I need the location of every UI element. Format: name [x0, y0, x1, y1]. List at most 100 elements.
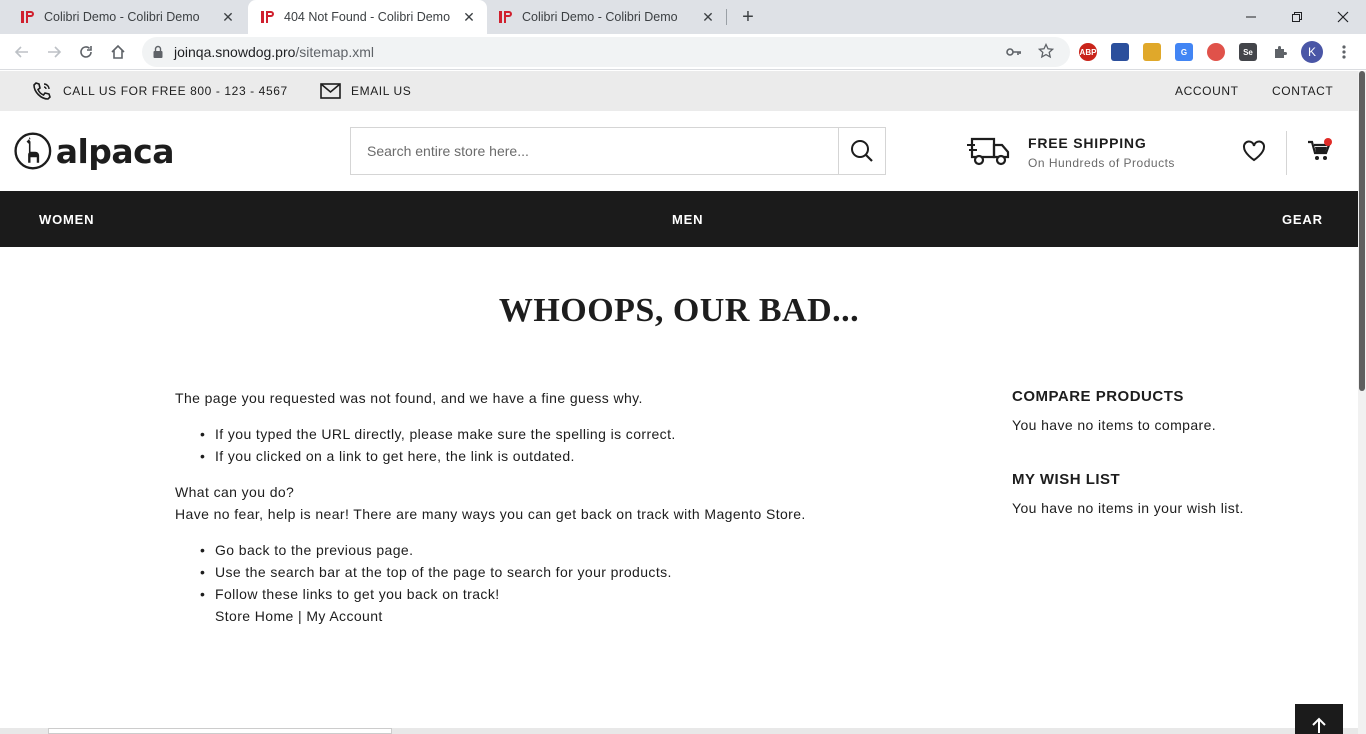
list-item: If you typed the URL directly, please ma… — [200, 423, 875, 445]
back-to-top-button[interactable] — [1295, 704, 1343, 734]
colibri-favicon-icon — [498, 9, 514, 25]
site-header: alpaca FREE SHIPPING On Hundreds of Prod… — [0, 111, 1358, 191]
extension-blue-icon[interactable] — [1111, 43, 1129, 61]
scrollbar-thumb[interactable] — [1359, 71, 1365, 391]
tab-title: 404 Not Found - Colibri Demo — [284, 10, 451, 24]
url-path: /sitemap.xml — [295, 44, 374, 60]
restore-button[interactable] — [1274, 0, 1320, 34]
abp-icon[interactable]: ABP — [1079, 43, 1097, 61]
reload-button[interactable] — [72, 38, 100, 66]
phone-icon — [33, 82, 51, 100]
help-links: Store Home | My Account — [215, 608, 383, 624]
envelope-icon — [320, 83, 341, 99]
browser-tab-1[interactable]: Colibri Demo - Colibri Demo ✕ — [0, 0, 246, 34]
lock-icon — [153, 45, 163, 58]
follow-links-text: Follow these links to get you back on tr… — [215, 586, 500, 602]
minimize-button[interactable] — [1228, 0, 1274, 34]
browser-tab-3[interactable]: Colibri Demo - Colibri Demo ✕ — [488, 0, 726, 34]
store-home-link[interactable]: Store Home — [215, 608, 294, 624]
page-title: WHOOPS, OUR BAD... — [498, 292, 860, 329]
extensions-button[interactable] — [1266, 38, 1294, 66]
browser-tab-strip: Colibri Demo - Colibri Demo ✕ 404 Not Fo… — [0, 0, 1366, 34]
email-text: EMAIL US — [351, 84, 412, 98]
what-text: Have no fear, help is near! There are ma… — [175, 506, 806, 522]
tab-title: Colibri Demo - Colibri Demo — [522, 10, 678, 24]
my-account-link[interactable]: My Account — [306, 608, 382, 624]
link-separator: | — [298, 608, 303, 624]
logo[interactable]: alpaca — [14, 127, 175, 175]
translate-label: G — [1180, 47, 1188, 57]
shipping-title: FREE SHIPPING — [1028, 135, 1147, 151]
arrow-left-icon — [14, 46, 28, 58]
arrow-up-icon — [1312, 717, 1326, 733]
new-tab-button[interactable]: + — [736, 5, 760, 29]
search-input[interactable] — [351, 128, 839, 174]
key-icon[interactable] — [1006, 45, 1022, 59]
profile-initial: K — [1307, 45, 1316, 59]
nav-men[interactable]: MEN — [672, 191, 703, 247]
search-box — [350, 127, 886, 175]
main-navigation: WOMEN MEN GEAR — [0, 191, 1358, 247]
reasons-list: If you typed the URL directly, please ma… — [175, 423, 875, 467]
profile-avatar[interactable]: K — [1301, 41, 1323, 63]
extension-mail-icon[interactable] — [1143, 43, 1161, 61]
actions-list: Go back to the previous page. Use the se… — [175, 539, 875, 627]
list-item: Follow these links to get you back on tr… — [200, 583, 875, 627]
restore-icon — [1292, 12, 1302, 22]
address-bar[interactable]: joinqa.snowdog.pro/sitemap.xml — [142, 37, 1070, 67]
header-divider — [1286, 131, 1287, 175]
cart-badge — [1324, 138, 1332, 146]
minimize-icon — [1246, 16, 1256, 18]
site-top-bar: CALL US FOR FREE 800 - 123 - 4567 EMAIL … — [0, 71, 1358, 111]
vertical-scrollbar[interactable] — [1358, 71, 1366, 734]
tab-divider — [726, 9, 727, 25]
horizontal-scrollbar[interactable] — [0, 728, 1358, 734]
back-button[interactable] — [8, 38, 36, 66]
selenium-icon[interactable]: Se — [1239, 43, 1257, 61]
url-host: joinqa.snowdog.pro — [174, 44, 296, 60]
horizontal-scrollbar-thumb[interactable] — [48, 728, 392, 734]
url-text: joinqa.snowdog.pro/sitemap.xml — [174, 44, 374, 60]
browser-tab-2[interactable]: 404 Not Found - Colibri Demo ✕ — [248, 0, 487, 34]
tab-title: Colibri Demo - Colibri Demo — [44, 10, 200, 24]
list-item: Use the search bar at the top of the pag… — [200, 561, 875, 583]
phone-link[interactable]: CALL US FOR FREE 800 - 123 - 4567 — [32, 71, 288, 111]
contact-link[interactable]: CONTACT — [1272, 71, 1333, 111]
browser-menu-button[interactable] — [1330, 38, 1358, 66]
logo-text: alpaca — [55, 131, 175, 171]
intro-text: The page you requested was not found, an… — [175, 390, 643, 406]
close-tab-icon[interactable]: ✕ — [461, 9, 477, 25]
close-window-button[interactable] — [1320, 0, 1366, 34]
reload-icon — [80, 46, 92, 58]
what-title: What can you do? — [175, 484, 295, 500]
forward-button[interactable] — [40, 38, 68, 66]
email-link[interactable]: EMAIL US — [320, 71, 411, 111]
home-button[interactable] — [104, 38, 132, 66]
selenium-label: Se — [1243, 47, 1253, 57]
browser-toolbar: joinqa.snowdog.pro/sitemap.xml ABP G Se … — [0, 34, 1366, 70]
nav-women[interactable]: WOMEN — [39, 191, 94, 247]
bookmark-star-icon[interactable] — [1038, 43, 1054, 59]
close-tab-icon[interactable]: ✕ — [220, 9, 236, 25]
list-item: If you clicked on a link to get here, th… — [200, 445, 875, 467]
search-button[interactable] — [838, 128, 885, 174]
nav-gear[interactable]: GEAR — [1282, 191, 1323, 247]
wishlist-heart-icon[interactable] — [1242, 140, 1266, 162]
colibri-favicon-icon — [20, 9, 36, 25]
phone-text: CALL US FOR FREE 800 - 123 - 4567 — [63, 84, 288, 98]
previous-page-link[interactable]: Go back to the previous page. — [215, 542, 413, 558]
translate-icon[interactable]: G — [1175, 43, 1193, 61]
home-icon — [111, 44, 125, 59]
close-icon — [1337, 11, 1349, 23]
list-item: Go back to the previous page. — [200, 539, 875, 561]
puzzle-icon — [1275, 46, 1287, 58]
close-tab-icon[interactable]: ✕ — [700, 9, 716, 25]
not-found-content: The page you requested was not found, an… — [175, 387, 875, 641]
sidebar: COMPARE PRODUCTS You have no items to co… — [1012, 388, 1312, 516]
delivery-truck-icon — [967, 137, 1010, 166]
shield-extension-icon[interactable] — [1207, 43, 1225, 61]
alpaca-logo-icon — [14, 132, 52, 170]
account-link[interactable]: ACCOUNT — [1175, 71, 1239, 111]
more-vertical-icon — [1342, 45, 1346, 59]
colibri-favicon-icon — [260, 9, 276, 25]
